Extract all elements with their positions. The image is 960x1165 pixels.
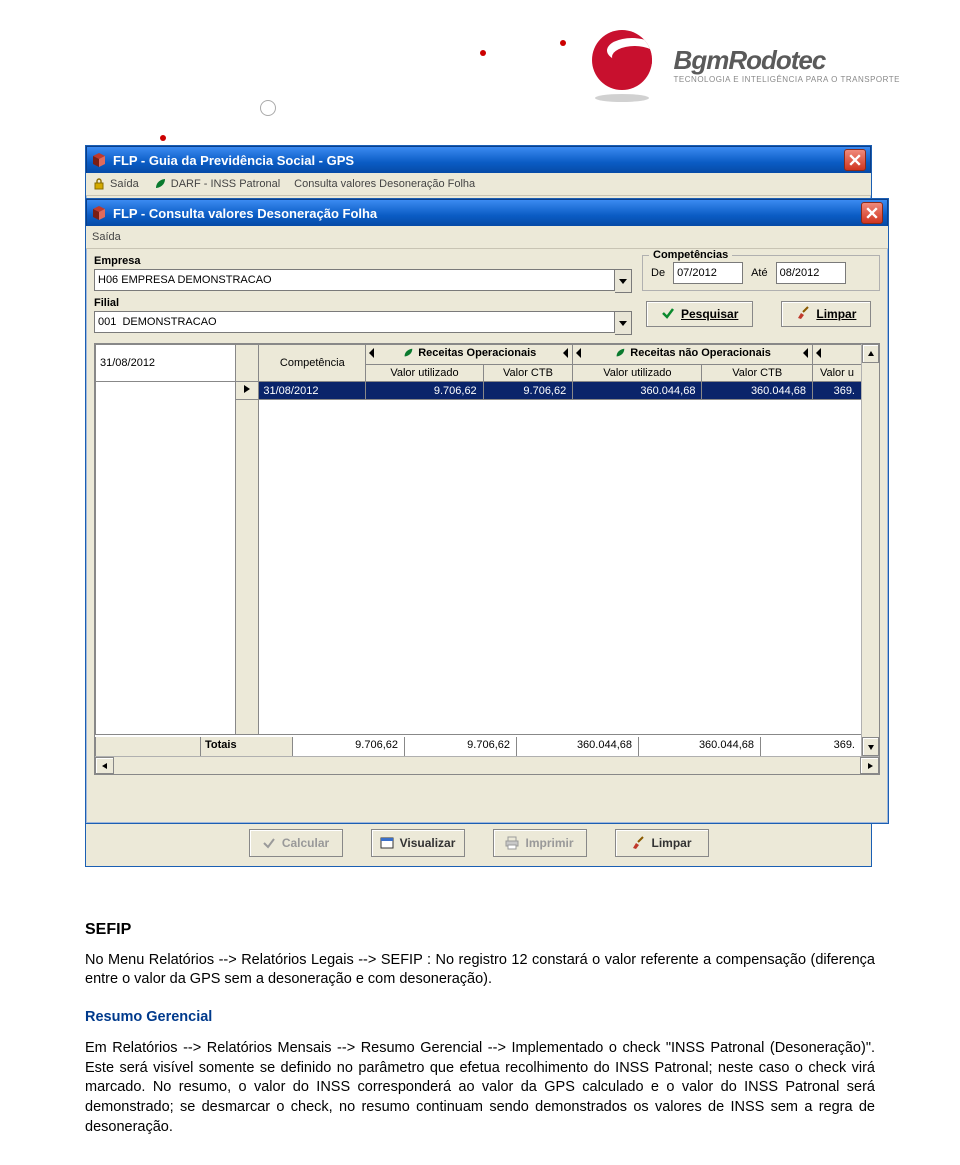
paragraph-sefip: No Menu Relatórios --> Relatórios Legais… bbox=[85, 951, 875, 990]
totals-row: Totais 9.706,62 9.706,62 360.044,68 360.… bbox=[95, 737, 862, 757]
dropdown-icon[interactable] bbox=[615, 269, 632, 293]
brand-logo: BgmRodotec TECNOLOGIA E INTELIGÊNCIA PAR… bbox=[592, 30, 900, 100]
menu-darf[interactable]: DARF - INSS Patronal bbox=[153, 177, 280, 191]
visualizar-button[interactable]: Visualizar bbox=[371, 829, 465, 857]
imprimir-button[interactable]: Imprimir bbox=[493, 829, 587, 857]
de-input[interactable] bbox=[673, 262, 743, 284]
titlebar-consulta[interactable]: FLP - Consulta valores Desoneração Folha bbox=[86, 199, 888, 226]
paragraph-resumo: Em Relatórios --> Relatórios Mensais -->… bbox=[85, 1039, 875, 1137]
cell-competencia: 31/08/2012 bbox=[259, 382, 366, 400]
menu-saida-label: Saída bbox=[110, 178, 139, 190]
menu-consulta[interactable]: Consulta valores Desoneração Folha bbox=[294, 178, 475, 190]
cell-v3: 360.044,68 bbox=[573, 382, 702, 400]
brush-icon bbox=[796, 306, 810, 323]
leaf-icon bbox=[153, 177, 167, 191]
col-valor-utilizado[interactable]: Valor utilizado bbox=[366, 365, 483, 382]
vertical-scrollbar[interactable] bbox=[861, 344, 879, 756]
group-receitas-nao-op[interactable]: Receitas não Operacionais bbox=[573, 345, 813, 365]
total-t1: 9.706,62 bbox=[293, 737, 405, 757]
preview-icon bbox=[380, 836, 394, 850]
col-valor-ctb2[interactable]: Valor CTB bbox=[702, 365, 813, 382]
group-extra[interactable] bbox=[813, 345, 862, 365]
cell-v1: 9.706,62 bbox=[366, 382, 483, 400]
group-receitas-op[interactable]: Receitas Operacionais bbox=[366, 345, 573, 365]
menu-saida[interactable]: Saída bbox=[92, 231, 121, 243]
scroll-down-icon[interactable] bbox=[862, 737, 879, 756]
horizontal-scrollbar[interactable] bbox=[95, 756, 879, 774]
window-title: FLP - Consulta valores Desoneração Folha bbox=[113, 206, 855, 221]
close-button[interactable] bbox=[844, 149, 866, 171]
row-indicator-icon bbox=[236, 382, 259, 400]
brush-icon bbox=[631, 836, 645, 850]
app-icon bbox=[91, 205, 107, 221]
menubar-gps: Saída DARF - INSS Patronal Consulta valo… bbox=[86, 173, 871, 196]
lock-icon bbox=[92, 177, 106, 191]
table-row[interactable]: 31/08/2012 9.706,62 9.706,62 360.044,68 … bbox=[96, 382, 862, 400]
total-t3: 360.044,68 bbox=[517, 737, 639, 757]
cell-v5: 369. bbox=[813, 382, 862, 400]
action-bar: Calcular Visualizar Imprimir Limpar bbox=[86, 819, 871, 866]
total-t2: 9.706,62 bbox=[405, 737, 517, 757]
brand-tagline: TECNOLOGIA E INTELIGÊNCIA PARA O TRANSPO… bbox=[674, 75, 900, 84]
data-grid: 31/08/2012 Competência Receitas Operacio… bbox=[94, 343, 880, 775]
check-icon bbox=[661, 306, 675, 323]
menubar-consulta: Saída bbox=[86, 226, 888, 249]
menu-saida[interactable]: Saída bbox=[92, 177, 139, 191]
competencias-fieldset: Competências De Até bbox=[642, 255, 880, 291]
totals-label: Totais bbox=[201, 737, 293, 757]
heading-resumo: Resumo Gerencial bbox=[85, 1008, 875, 1028]
col-valor-u[interactable]: Valor u bbox=[813, 365, 862, 382]
printer-icon bbox=[505, 836, 519, 850]
app-icon bbox=[91, 152, 107, 168]
combo-empresa[interactable] bbox=[94, 269, 632, 293]
label-de: De bbox=[651, 267, 665, 279]
col-valor-ctb[interactable]: Valor CTB bbox=[483, 365, 573, 382]
col-competencia[interactable]: Competência bbox=[259, 345, 366, 382]
combo-filial[interactable] bbox=[94, 311, 632, 335]
limpar-button-gps[interactable]: Limpar bbox=[615, 829, 709, 857]
cell-v4: 360.044,68 bbox=[702, 382, 813, 400]
window-consulta: FLP - Consulta valores Desoneração Folha… bbox=[85, 198, 889, 824]
close-button[interactable] bbox=[861, 202, 883, 224]
col-valor-utilizado2[interactable]: Valor utilizado bbox=[573, 365, 702, 382]
titlebar-gps[interactable]: FLP - Guia da Previdência Social - GPS bbox=[86, 146, 871, 173]
label-ate: Até bbox=[751, 267, 768, 279]
document-body: SEFIP No Menu Relatórios --> Relatórios … bbox=[85, 905, 875, 1147]
logo-mark-icon bbox=[592, 30, 662, 100]
label-filial: Filial bbox=[94, 297, 632, 309]
menu-darf-label: DARF - INSS Patronal bbox=[171, 178, 280, 190]
ate-input[interactable] bbox=[776, 262, 846, 284]
label-empresa: Empresa bbox=[94, 255, 632, 267]
dropdown-icon[interactable] bbox=[615, 311, 632, 335]
cell-v2: 9.706,62 bbox=[483, 382, 573, 400]
left-date-cell: 31/08/2012 bbox=[96, 345, 236, 382]
filial-input[interactable] bbox=[94, 311, 615, 333]
limpar-button[interactable]: Limpar bbox=[781, 301, 871, 327]
brand-name: BgmRodotec bbox=[674, 47, 900, 73]
menu-consulta-label: Consulta valores Desoneração Folha bbox=[294, 178, 475, 190]
check-icon bbox=[262, 836, 276, 850]
window-title: FLP - Guia da Previdência Social - GPS bbox=[113, 153, 838, 168]
scroll-left-icon[interactable] bbox=[95, 757, 114, 774]
scroll-up-icon[interactable] bbox=[862, 344, 879, 363]
label-competencias: Competências bbox=[649, 249, 732, 261]
total-t5: 369. bbox=[761, 737, 862, 757]
total-t4: 360.044,68 bbox=[639, 737, 761, 757]
heading-sefip: SEFIP bbox=[85, 919, 875, 941]
scroll-right-icon[interactable] bbox=[860, 757, 879, 774]
calcular-button[interactable]: Calcular bbox=[249, 829, 343, 857]
empresa-input[interactable] bbox=[94, 269, 615, 291]
pesquisar-button[interactable]: Pesquisar bbox=[646, 301, 753, 327]
